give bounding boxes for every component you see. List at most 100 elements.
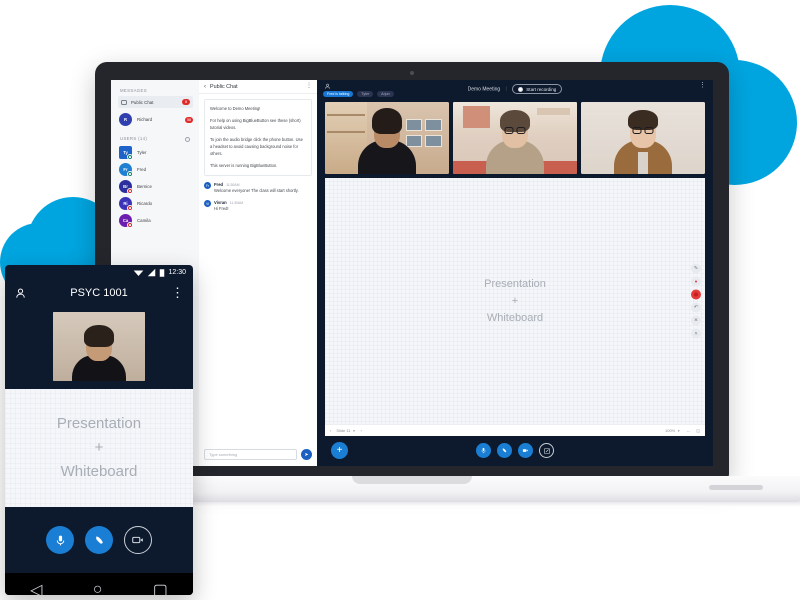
phone-whiteboard-line-3: Whiteboard [60,463,138,480]
chat-footer: Type something ➤ [199,445,317,466]
kebab-menu-icon[interactable]: ⋮ [306,83,312,89]
message-text: Hi Fred! [214,206,229,211]
user-list-item[interactable]: Fr Fred [118,161,193,178]
welcome-line: For help on using BigBlueButton see thes… [210,118,301,130]
webcam-tile-2[interactable] [453,102,577,174]
android-home-icon[interactable]: ○ [93,581,103,595]
phone-clock: 12:30 [168,269,186,276]
welcome-line: Welcome to Demo Meeting! [210,106,261,111]
presentation-icon [543,447,550,454]
start-recording-label: Start recording [526,86,557,92]
whiteboard-placeholder-text: Presentation + Whiteboard [484,276,546,327]
avatar: Ty [119,146,133,160]
chevron-left-icon[interactable]: ‹ [330,428,331,433]
multiuser-tool[interactable]: ⍲ [691,328,701,339]
message-author: Fred [214,182,224,187]
microphone-button[interactable] [476,443,491,458]
chevron-left-icon[interactable]: ‹ [204,84,206,90]
meeting-header: Demo Meeting | Start recording ⋮ Fred is… [317,80,713,102]
welcome-line: This server is running BigBlueButton. [210,163,278,168]
whiteboard-canvas[interactable]: Presentation + Whiteboard ✎ ↶ ✕ ⍲ [325,178,705,424]
user-name: Bernice [137,184,152,189]
webcam-tile-3[interactable] [581,102,705,174]
whiteboard-toolbar: ✎ ↶ ✕ ⍲ [691,263,701,339]
users-count-label: USERS (14) [120,136,148,141]
avatar-initials: R [119,113,132,126]
glasses-icon [504,127,526,134]
chat-item-label: Public Chat [131,99,154,105]
presentation-footer: ‹ Slide 11 ▼ › 100% ▼ ↔ ◱ [325,424,705,436]
talking-pill[interactable]: Tyler [357,91,374,98]
laptop-webcam-icon [410,71,414,75]
chevron-down-icon: ▼ [352,428,356,433]
kebab-menu-icon[interactable]: ⋮ [171,285,184,301]
clear-tool[interactable]: ✕ [691,315,701,326]
chat-item-public-chat[interactable]: Public Chat 8 [118,96,193,108]
user-icon[interactable] [14,287,27,300]
user-list-item[interactable]: Ty Tyler [118,144,193,161]
message-author: Vivran [214,200,227,205]
glasses-icon [632,127,654,134]
chevron-right-icon[interactable]: › [361,428,362,433]
thickness-tool[interactable] [691,276,701,287]
status-badge [127,205,133,211]
phone-header: PSYC 1001 ⋮ [5,280,193,306]
audio-button[interactable] [497,443,512,458]
android-recents-icon[interactable]: ▢ [153,580,168,595]
phone-icon [502,448,507,453]
phone-audio-button[interactable] [85,526,113,554]
status-badge [127,188,133,194]
talking-pill[interactable]: Arjun [377,91,394,98]
zoom-selector[interactable]: 100% ▼ [665,428,680,433]
android-nav-bar: ◁ ○ ▢ [5,573,193,595]
webcam-tile-mobile[interactable] [53,312,145,381]
webcam-tile-1[interactable] [325,102,449,174]
zoom-label: 100% [665,428,676,433]
webcam-row [317,102,713,178]
undo-tool[interactable]: ↶ [691,302,701,313]
chat-body: Welcome to Demo Meeting! For help on usi… [199,94,317,445]
kebab-menu-icon[interactable]: ⋮ [699,82,706,89]
color-tool[interactable] [691,289,701,300]
fullscreen-icon[interactable]: ◱ [696,428,700,433]
whiteboard-line-1: Presentation [484,277,546,290]
add-button[interactable]: + [331,442,348,459]
message-time: 11:30AM [226,183,240,187]
start-recording-button[interactable]: Start recording [512,84,563,94]
phone-camera-button[interactable] [124,526,152,554]
gear-icon[interactable] [185,136,190,142]
chat-item-richard[interactable]: R Richard 58 [118,111,193,128]
slide-selector[interactable]: Slide 11 ▼ [336,428,355,433]
phone-microphone-button[interactable] [46,526,74,554]
pen-tool[interactable]: ✎ [691,263,701,274]
users-header: USERS (14) [118,134,193,144]
talking-indicators: Fred is talking Tyler Arjun [323,91,394,98]
user-list-item[interactable]: Ca Camila [118,212,193,229]
fit-width-icon[interactable]: ↔ [686,428,690,433]
phone-whiteboard[interactable]: Presentation + Whiteboard [5,389,193,507]
messages-label: MESSAGES [120,88,147,93]
welcome-message: Welcome to Demo Meeting! For help on usi… [204,99,312,176]
camera-button[interactable] [518,443,533,458]
user-list-item[interactable]: Br Bernice [118,178,193,195]
talking-pill[interactable]: Fred is talking [323,91,354,98]
presentation-button[interactable] [539,443,554,458]
unread-badge: 58 [185,116,193,123]
user-name: Camila [137,218,151,223]
avatar: R [119,113,132,126]
send-icon[interactable]: ➤ [301,449,312,460]
avatar: Ca [119,214,133,228]
whiteboard-line-2: + [511,294,519,307]
chat-input[interactable]: Type something [204,449,297,460]
avatar: Br [119,180,133,194]
status-badge [127,154,133,160]
message-text: Welcome everyone! The class will start s… [214,188,299,193]
scene: MESSAGES Public Chat 8 R Richard 58 USER… [0,0,800,600]
android-back-icon[interactable]: ◁ [30,580,42,595]
status-badge [127,222,133,228]
avatar: Fr [204,182,211,189]
avatar: Fr [119,163,133,177]
chat-bubble-icon [121,99,127,105]
user-list-item[interactable]: Ri Ricardo [118,195,193,212]
meeting-actions-bar: + [317,436,713,466]
